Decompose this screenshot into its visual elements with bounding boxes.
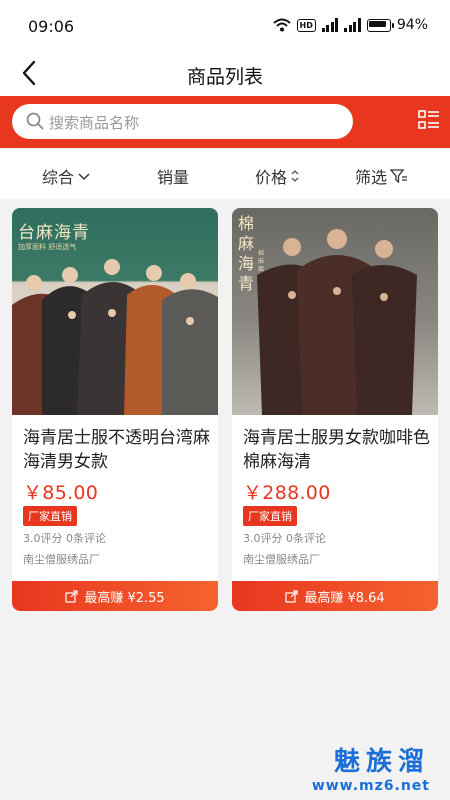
earn-button[interactable]: 最高赚 ¥2.55 (12, 581, 218, 611)
page-title: 商品列表 (186, 66, 263, 88)
search-placeholder: 搜索商品名称 (49, 114, 140, 132)
status-time: 09:06 (28, 17, 75, 36)
factory-direct-badge: 厂家直销 (23, 506, 77, 526)
status-icons: HD 94% (272, 17, 428, 33)
status-bar: 09:06 HD 94% (0, 0, 450, 52)
earn-label: 最高赚 ¥8.64 (304, 590, 385, 606)
watermark-logo: 魅族溜 www.mz6.net (312, 741, 430, 794)
shop-name: 南尘僧服绣品厂 (243, 553, 320, 566)
search-icon (26, 112, 44, 130)
factory-direct-badge: 厂家直销 (243, 506, 297, 526)
wifi-icon (272, 18, 291, 32)
header: 商品列表 (0, 52, 450, 96)
filter-icon (390, 169, 408, 184)
battery-level: 94% (396, 17, 428, 33)
watermark-line1: 魅族溜 (333, 747, 430, 777)
sort-bar: 综合 销量 价格 筛选 (0, 148, 450, 199)
battery-icon (366, 18, 394, 32)
sort-comprehensive[interactable]: 综合 (42, 164, 91, 188)
product-name: 海青居士服不透明台湾麻海清男女款 (23, 428, 210, 472)
watermark-line2: www.mz6.net (311, 778, 430, 794)
shop-name: 南尘僧服绣品厂 (23, 553, 100, 566)
sort-comprehensive-label: 综合 (42, 168, 75, 187)
product-price: ￥288.00 (243, 482, 331, 504)
share-icon (65, 589, 78, 603)
sort-sales[interactable]: 销量 (157, 164, 189, 188)
product-name: 海青居士服男女款咖啡色棉麻海清 (243, 428, 430, 472)
search-band: 搜索商品名称 (0, 96, 450, 148)
sort-filter-label: 筛选 (355, 168, 388, 187)
sort-filter[interactable]: 筛选 (355, 164, 408, 188)
product-image: 台麻海青 加厚面料 舒适透气 (12, 208, 218, 415)
sort-sales-label: 销量 (157, 168, 190, 187)
product-card[interactable]: 棉麻海青 棉麻面料 海青居士服男女款咖啡色棉麻海清 ￥288.00 厂家直销 3… (232, 208, 438, 611)
chevron-down-icon (78, 173, 90, 181)
signal-icon-2 (344, 18, 361, 32)
earn-button[interactable]: 最高赚 ¥8.64 (232, 581, 438, 611)
sort-arrows-icon (291, 170, 299, 182)
hd-badge: HD (296, 18, 316, 32)
models-photo (257, 229, 417, 415)
sort-price-label: 价格 (255, 168, 288, 187)
share-icon (285, 589, 298, 603)
product-rating: 3.0评分 0条评论 (23, 532, 106, 545)
signal-icon (321, 18, 339, 32)
search-input[interactable]: 搜索商品名称 (12, 104, 353, 139)
product-price: ￥85.00 (23, 482, 99, 504)
product-card[interactable]: 台麻海青 加厚面料 舒适透气 海青居士服不透明台湾麻海清男女款 ￥85.00 厂… (12, 208, 218, 611)
product-image: 棉麻海青 棉麻面料 (232, 208, 438, 415)
list-view-icon[interactable] (418, 110, 440, 132)
models-photo (12, 259, 218, 415)
sort-price[interactable]: 价格 (255, 164, 300, 188)
product-rating: 3.0评分 0条评论 (243, 532, 326, 545)
earn-label: 最高赚 ¥2.55 (84, 590, 165, 606)
